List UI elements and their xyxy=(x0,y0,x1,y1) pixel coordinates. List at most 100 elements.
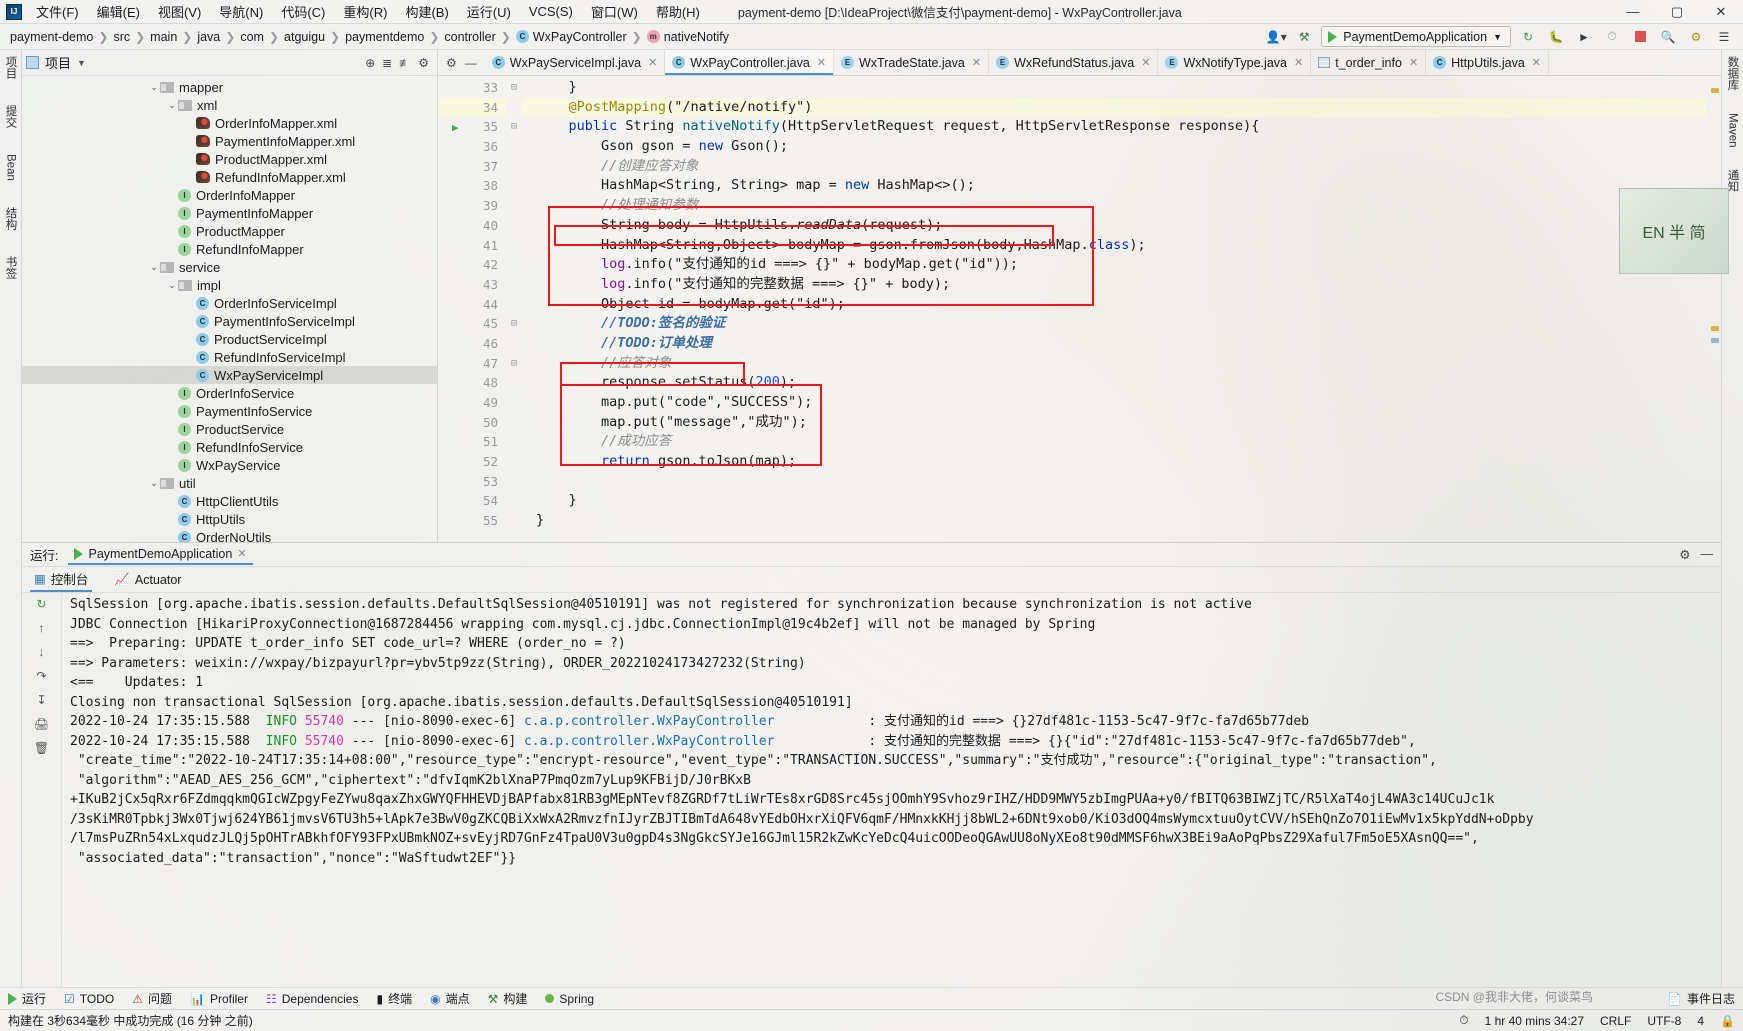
fold-marker[interactable] xyxy=(506,432,522,452)
tool-window-dependencies[interactable]: ☷ Dependencies xyxy=(266,992,359,1006)
fold-marker[interactable] xyxy=(506,98,522,118)
chevron-down-icon[interactable]: ⌄ xyxy=(148,82,160,93)
tree-node-paymentinfoserviceimpl[interactable]: C PaymentInfoServiceImpl xyxy=(22,312,437,330)
line-number[interactable]: 52 xyxy=(438,452,506,472)
fold-marker[interactable]: ⊟ xyxy=(506,354,522,374)
line-number[interactable]: 50 xyxy=(438,413,506,433)
menu-navigate[interactable]: 导航(N) xyxy=(211,0,271,23)
chevron-down-icon[interactable]: ⌄ xyxy=(148,478,160,489)
code-line[interactable]: //TODO:签名的验证 xyxy=(522,314,1707,334)
editor-scrollbar[interactable] xyxy=(1707,76,1721,542)
menu-code[interactable]: 代码(C) xyxy=(273,0,333,23)
fold-marker[interactable]: ⊟ xyxy=(506,314,522,334)
fold-marker[interactable]: ⊟ xyxy=(506,78,522,98)
code-line[interactable]: log.info("支付通知的id ===> {}" + bodyMap.get… xyxy=(522,255,1707,275)
editor-tabs[interactable]: C WxPayServiceImpl.java ✕ C WxPayController.… xyxy=(485,50,1550,75)
line-number[interactable]: 37 xyxy=(438,157,506,177)
rerun-icon[interactable]: ↻ xyxy=(36,597,46,611)
pin-icon[interactable]: ⚙ xyxy=(446,56,457,70)
code-line[interactable]: HashMap<String,Object> bodyMap = gson.fr… xyxy=(522,236,1707,256)
menu-window[interactable]: 窗口(W) xyxy=(583,0,646,23)
code-line[interactable]: //创建应答对象 xyxy=(522,157,1707,177)
fold-marker[interactable] xyxy=(506,255,522,275)
tool-window-bean[interactable]: Bean xyxy=(5,154,17,181)
tree-node-ordernoutils[interactable]: C OrderNoUtils xyxy=(22,528,437,542)
editor-tab-wxpaycontroller-java[interactable]: C WxPayController.java ✕ xyxy=(665,50,834,75)
tool-window-structure[interactable]: 结构 xyxy=(3,207,19,230)
fold-marker[interactable] xyxy=(506,413,522,433)
code-line[interactable]: } xyxy=(522,511,1707,531)
editor-tab-wxnotifytype-java[interactable]: E WxNotifyType.java ✕ xyxy=(1158,50,1312,75)
tree-node-paymentinfoservice[interactable]: I PaymentInfoService xyxy=(22,402,437,420)
console-output[interactable]: SqlSession [org.apache.ibatis.session.de… xyxy=(62,593,1721,987)
line-number[interactable]: 55 xyxy=(438,511,506,531)
code-line[interactable]: String body = HttpUtils.readData(request… xyxy=(522,216,1707,236)
tree-node-util[interactable]: ⌄ util xyxy=(22,474,437,492)
tree-node-httputils[interactable]: C HttpUtils xyxy=(22,510,437,528)
menu-help[interactable]: 帮助(H) xyxy=(648,0,708,23)
hammer-icon[interactable]: ⚒ xyxy=(1293,27,1315,47)
tree-node-productservice[interactable]: I ProductService xyxy=(22,420,437,438)
tree-node-service[interactable]: ⌄ service xyxy=(22,258,437,276)
close-icon[interactable]: ✕ xyxy=(648,56,657,69)
editor-tab-wxtradestate-java[interactable]: E WxTradeState.java ✕ xyxy=(834,50,990,75)
fold-marker[interactable] xyxy=(506,491,522,511)
line-number[interactable]: 34 xyxy=(438,97,506,118)
chevron-down-icon[interactable]: ▼ xyxy=(77,58,86,68)
breadcrumb-item-paymentdemo[interactable]: paymentdemo xyxy=(341,29,428,45)
code-line[interactable]: //应答对象 xyxy=(522,354,1707,374)
code-line[interactable]: map.put("message","成功"); xyxy=(522,413,1707,433)
breadcrumb-item-com[interactable]: com xyxy=(236,29,268,45)
tab-actuator[interactable]: 📈 Actuator xyxy=(110,570,185,589)
close-icon[interactable]: ✕ xyxy=(1141,56,1150,69)
breadcrumb-item-controller[interactable]: controller xyxy=(440,29,499,45)
code-line[interactable]: //成功应答 xyxy=(522,432,1707,452)
code-line[interactable]: return gson.toJson(map); xyxy=(522,452,1707,472)
fold-marker[interactable] xyxy=(506,334,522,354)
code-editor[interactable]: 33 34 35 ▶ 36 37 38 39 40 41 42 43 44 45 46 47 48 49 50 51 5… xyxy=(438,76,1721,542)
plugin-icon[interactable]: ⚙ xyxy=(1685,27,1707,47)
print-icon[interactable]: 🖨 xyxy=(34,717,49,731)
tool-window-maven[interactable]: Maven xyxy=(1727,113,1739,148)
line-number[interactable]: 44 xyxy=(438,295,506,315)
rerun-icon[interactable]: ↻ xyxy=(1517,27,1539,47)
close-icon[interactable]: ✕ xyxy=(1532,56,1541,69)
expand-all-icon[interactable]: ≣ xyxy=(382,56,392,70)
tool-window-problems[interactable]: ⚠ 问题 xyxy=(132,990,172,1007)
fold-marker[interactable] xyxy=(506,236,522,256)
menu-edit[interactable]: 编辑(E) xyxy=(89,0,148,23)
tool-window-commit[interactable]: 提交 xyxy=(3,105,19,128)
close-icon[interactable]: ✕ xyxy=(237,547,246,560)
line-number[interactable]: 49 xyxy=(438,393,506,413)
hide-icon[interactable]: — xyxy=(1701,547,1714,562)
menu-build[interactable]: 构建(B) xyxy=(397,0,456,23)
tree-node-refundinfoservice[interactable]: I RefundInfoService xyxy=(22,438,437,456)
code-line[interactable]: response.setStatus(200); xyxy=(522,373,1707,393)
stop-button[interactable] xyxy=(1629,27,1651,47)
breadcrumb-item-src[interactable]: src xyxy=(109,29,134,45)
menu-vcs[interactable]: VCS(S) xyxy=(521,2,581,21)
settings-icon[interactable]: ⚙ xyxy=(1679,547,1690,562)
tree-node-refundinfomapper[interactable]: I RefundInfoMapper xyxy=(22,240,437,258)
trash-icon[interactable]: 🗑 xyxy=(34,741,49,755)
menu-run[interactable]: 运行(U) xyxy=(459,0,519,23)
line-number[interactable]: 51 xyxy=(438,432,506,452)
line-number[interactable]: 33 xyxy=(438,78,506,98)
close-button[interactable]: ✕ xyxy=(1699,0,1743,24)
tab-console[interactable]: ▦ 控制台 xyxy=(30,567,93,592)
tool-window-bookmarks[interactable]: 书签 xyxy=(3,256,19,279)
tool-window-database[interactable]: 数据库 xyxy=(1725,56,1741,91)
fold-marker[interactable] xyxy=(506,216,522,236)
tree-node-paymentinfomapper[interactable]: I PaymentInfoMapper xyxy=(22,204,437,222)
tree-node-refundinfoserviceimpl[interactable]: C RefundInfoServiceImpl xyxy=(22,348,437,366)
project-tree[interactable]: ⌄ mapper ⌄ xml OrderInfoMapper.xml PaymentInf… xyxy=(22,76,437,542)
tool-window-endpoints[interactable]: ◉ 端点 xyxy=(430,990,470,1007)
main-menu[interactable]: 文件(F) 编辑(E) 视图(V) 导航(N) 代码(C) 重构(R) 构建(B… xyxy=(28,0,708,23)
menu-file[interactable]: 文件(F) xyxy=(28,0,87,23)
run-configuration-selector[interactable]: PaymentDemoApplication ▼ xyxy=(1321,26,1511,47)
file-encoding[interactable]: UTF-8 xyxy=(1647,1014,1681,1028)
tree-node-xml[interactable]: ⌄ xml xyxy=(22,96,437,114)
chevron-down-icon[interactable]: ⌄ xyxy=(166,100,178,111)
tree-node-refundinfomapper-xml[interactable]: RefundInfoMapper.xml xyxy=(22,168,437,186)
line-number[interactable]: 38 xyxy=(438,176,506,196)
